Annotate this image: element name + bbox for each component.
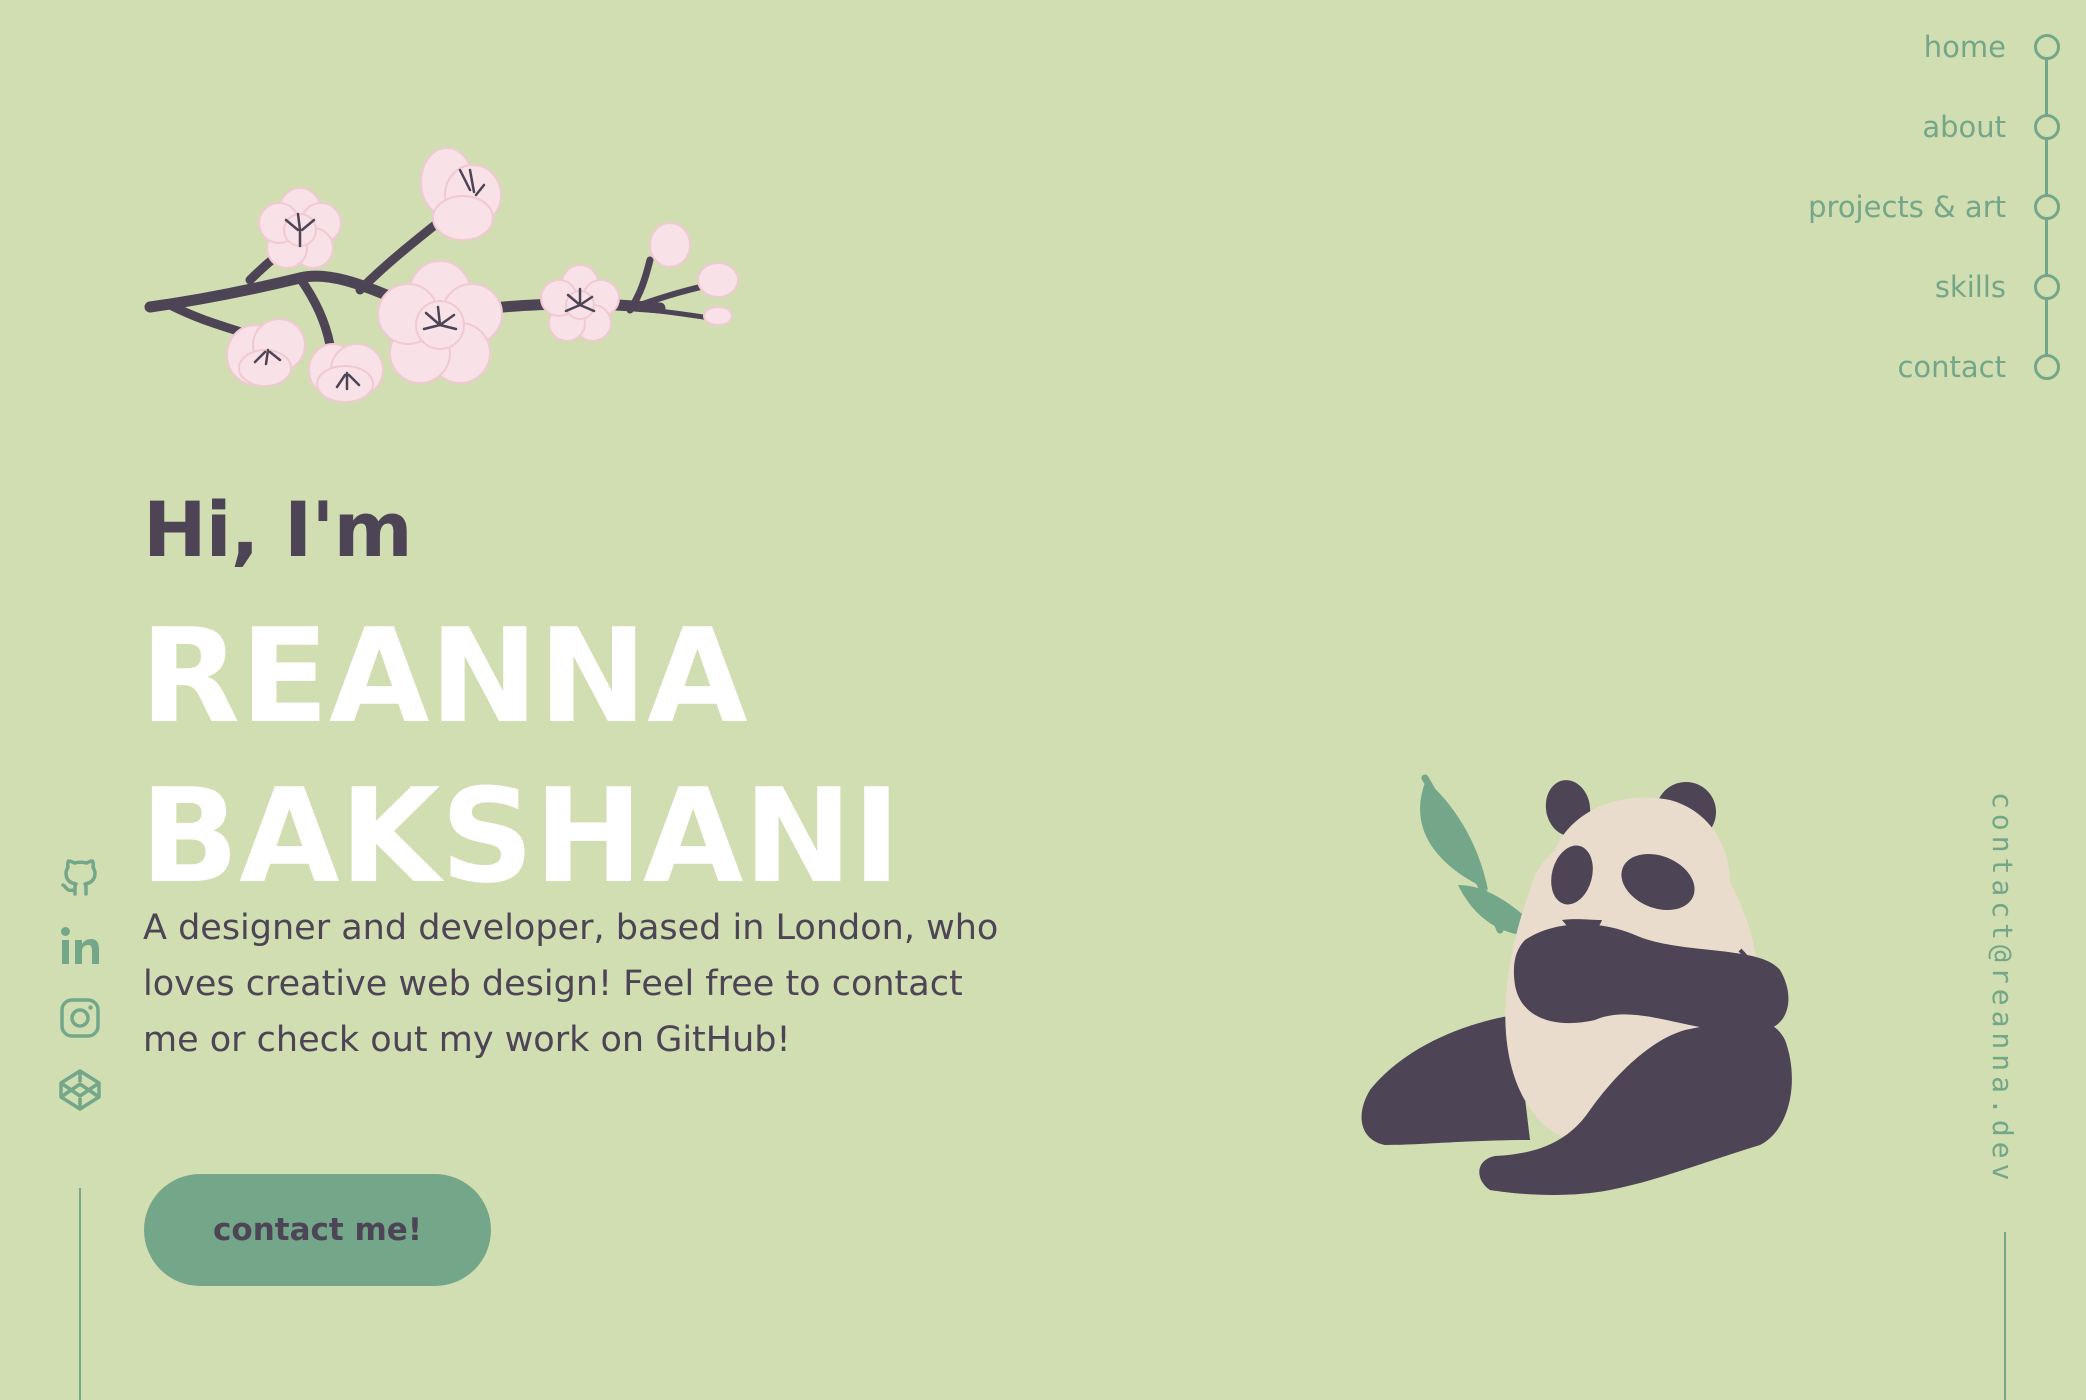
nav-item-projects-art[interactable]: projects & art — [1808, 182, 2066, 232]
nav-item-about[interactable]: about — [1922, 102, 2066, 152]
right-divider-line — [2004, 1232, 2006, 1400]
linkedin-icon[interactable] — [56, 922, 104, 970]
nav-label: skills — [1934, 270, 2006, 304]
side-nav: home about projects & art skills contact — [1666, 22, 2066, 384]
nav-item-home[interactable]: home — [1924, 22, 2066, 72]
left-divider-line — [79, 1188, 81, 1400]
nav-label: contact — [1897, 350, 2006, 384]
email-link[interactable]: contact@reanna.dev — [1986, 792, 2019, 1185]
hero-greeting: Hi, I'm — [143, 485, 413, 574]
panda-illustration — [1361, 774, 1792, 1195]
hero-intro: A designer and developer, based in Londo… — [143, 908, 999, 1060]
social-links — [56, 850, 104, 1138]
nav-dot-icon — [2034, 194, 2060, 220]
hero-name: REANNA BAKSHANI — [140, 596, 901, 916]
nav-item-contact[interactable]: contact — [1897, 342, 2066, 392]
nav-dot-icon — [2034, 34, 2060, 60]
cherry-blossom-illustration — [144, 147, 739, 403]
nav-dot-icon — [2034, 114, 2060, 140]
page: home about projects & art skills contact — [0, 0, 2086, 1400]
instagram-icon[interactable] — [56, 994, 104, 1042]
contact-me-button[interactable]: contact me! — [144, 1174, 491, 1286]
codepen-icon[interactable] — [56, 1066, 104, 1114]
nav-label: home — [1923, 30, 2006, 64]
github-icon[interactable] — [56, 850, 104, 898]
nav-label: projects & art — [1808, 190, 2006, 224]
nav-dot-icon — [2034, 354, 2060, 380]
nav-label: about — [1922, 110, 2006, 144]
hero-last-name: BAKSHANI — [140, 760, 901, 912]
nav-item-skills[interactable]: skills — [1935, 262, 2066, 312]
nav-dot-icon — [2034, 274, 2060, 300]
hero-first-name: REANNA — [140, 600, 748, 752]
